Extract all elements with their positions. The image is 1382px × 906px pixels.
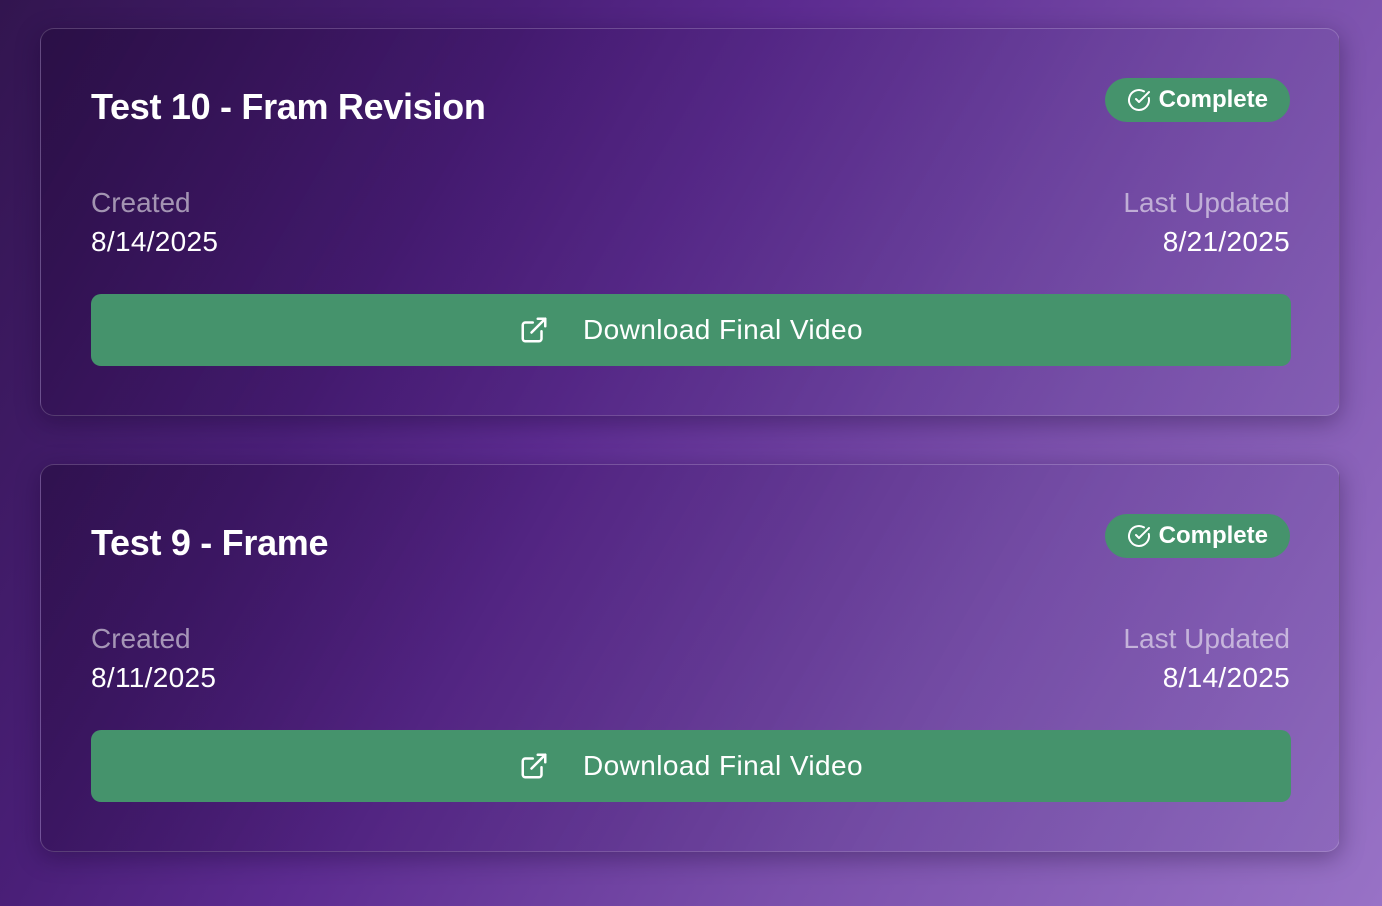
updated-label: Last Updated: [1123, 187, 1290, 218]
status-label: Complete: [1158, 86, 1268, 113]
updated-info: Last Updated 8/21/2025: [1123, 185, 1290, 263]
created-label: Created: [91, 623, 191, 654]
created-label: Created: [91, 187, 191, 218]
created-info: Created 8/11/2025: [91, 621, 216, 699]
external-link-icon: [519, 315, 549, 345]
external-link-icon: [519, 751, 549, 781]
updated-label: Last Updated: [1123, 623, 1290, 654]
download-final-video-button[interactable]: Download Final Video: [91, 294, 1291, 366]
created-info: Created 8/14/2025: [91, 185, 218, 263]
updated-info: Last Updated 8/14/2025: [1123, 621, 1290, 699]
check-circle-icon: [1127, 524, 1151, 548]
updated-date: 8/21/2025: [1162, 226, 1290, 257]
download-final-video-button[interactable]: Download Final Video: [91, 730, 1291, 802]
project-card: Test 10 - Fram Revision Complete Created…: [40, 28, 1340, 416]
status-label: Complete: [1158, 522, 1268, 549]
check-circle-icon: [1127, 88, 1151, 112]
download-button-label: Download Final Video: [583, 314, 863, 345]
project-list: Test 10 - Fram Revision Complete Created…: [40, 28, 1340, 900]
project-title: Test 9 - Frame: [91, 522, 329, 563]
project-card: Test 9 - Frame Complete Created 8/11/202…: [40, 464, 1340, 852]
created-date: 8/11/2025: [91, 662, 217, 693]
status-badge: Complete: [1104, 78, 1290, 122]
updated-date: 8/14/2025: [1162, 662, 1290, 693]
download-button-label: Download Final Video: [583, 750, 863, 781]
status-badge: Complete: [1104, 514, 1290, 558]
project-title: Test 10 - Fram Revision: [91, 86, 486, 127]
created-date: 8/14/2025: [91, 226, 219, 257]
